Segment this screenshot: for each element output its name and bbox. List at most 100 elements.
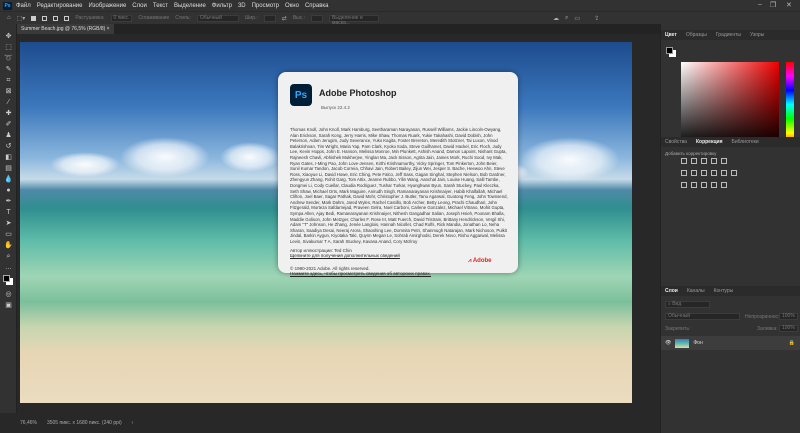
foreground-color[interactable] [666, 47, 673, 54]
tools-panel: ✥ ⬚ ➰ ✎ ⌗ ⊠ ⁄ ✚ ✐ ♟ ↺ ◧ ▤ 💧 ● ✒ T ➤ ▭ ✋ … [0, 24, 17, 413]
menu-view[interactable]: Просмотр [252, 3, 279, 9]
antialias-checkbox[interactable]: Сглаживание [138, 15, 169, 21]
document-tab[interactable]: Summer Beach.jpg @ 76,5% (RGB/8) × [17, 24, 114, 34]
menu-filter[interactable]: Фильтр [212, 3, 232, 9]
screen-mode-icon[interactable]: ▣ [4, 301, 13, 310]
color-balance-icon[interactable] [691, 170, 697, 176]
lock-icon[interactable]: 🔒 [789, 340, 795, 346]
shape-tool-icon[interactable]: ▭ [4, 230, 13, 239]
gradient-map-icon[interactable] [721, 182, 727, 188]
blur-tool-icon[interactable]: 💧 [4, 175, 13, 184]
gradient-tool-icon[interactable]: ▤ [4, 164, 13, 173]
stamp-tool-icon[interactable]: ♟ [4, 131, 13, 140]
restore-button[interactable]: ❐ [770, 1, 776, 9]
adobe-logo: ⩘ Adobe [468, 258, 492, 264]
menu-window[interactable]: Окно [285, 3, 299, 9]
width-input[interactable] [263, 14, 276, 22]
blend-mode-select[interactable]: Обычный [665, 313, 740, 320]
close-button[interactable]: ✕ [786, 1, 792, 9]
brush-tool-icon[interactable]: ✐ [4, 120, 13, 129]
workspace-icon[interactable]: ▭ [574, 15, 580, 22]
close-tab-icon[interactable]: × [107, 26, 110, 32]
height-input[interactable] [311, 14, 324, 22]
photo-filter-icon[interactable] [711, 170, 717, 176]
tab-channels[interactable]: Каналы [687, 288, 705, 294]
dodge-tool-icon[interactable]: ● [4, 186, 13, 195]
vibrance-icon[interactable] [721, 158, 727, 164]
tab-patterns[interactable]: Узоры [750, 32, 764, 38]
search-icon[interactable]: ⌕ [565, 15, 568, 22]
curves-icon[interactable] [701, 158, 707, 164]
type-tool-icon[interactable]: T [4, 208, 13, 217]
more-tools-icon[interactable]: … [4, 263, 13, 272]
style-select[interactable]: Обычный [196, 14, 239, 22]
select-mask-button[interactable]: Выделение и маска... [329, 14, 380, 25]
tab-layers[interactable]: Слои [665, 288, 678, 294]
eraser-tool-icon[interactable]: ◧ [4, 153, 13, 162]
tab-swatches[interactable]: Образцы [686, 32, 707, 38]
brightness-icon[interactable] [681, 158, 687, 164]
color-panel-tabs: Цвет Образцы Градиенты Узоры [661, 30, 800, 40]
marquee-preset-icon[interactable]: ⬚▾ [17, 15, 26, 22]
subtract-selection-icon[interactable] [53, 15, 59, 21]
marquee-tool-icon[interactable]: ⬚ [4, 43, 13, 52]
legal-link[interactable]: Нажмите здесь, чтобы просмотреть сведени… [290, 271, 431, 276]
quick-mask-icon[interactable]: ◎ [4, 290, 13, 299]
levels-icon[interactable] [691, 158, 697, 164]
minimize-button[interactable]: – [758, 1, 762, 8]
black-white-icon[interactable] [701, 170, 707, 176]
opacity-input[interactable]: 100% [779, 313, 798, 320]
selective-color-icon[interactable] [711, 182, 717, 188]
menu-edit[interactable]: Редактирование [37, 3, 83, 9]
menu-file[interactable]: Файл [16, 3, 31, 9]
eyedropper-tool-icon[interactable]: ⁄ [4, 98, 13, 107]
posterize-icon[interactable] [691, 182, 697, 188]
menu-select[interactable]: Выделение [174, 3, 206, 9]
layer-row[interactable]: 👁 Фон 🔒 [661, 336, 800, 350]
visibility-eye-icon[interactable]: 👁 [665, 340, 671, 346]
menu-type[interactable]: Текст [153, 3, 168, 9]
threshold-icon[interactable] [701, 182, 707, 188]
invert-icon[interactable] [681, 182, 687, 188]
cloud-icon[interactable]: ☁ [553, 15, 559, 22]
layer-filter-input[interactable]: ⌕ Вид [665, 301, 710, 308]
swap-icon[interactable]: ⇄ [282, 15, 287, 22]
tab-paths[interactable]: Контуры [714, 288, 734, 294]
channel-mixer-icon[interactable] [721, 170, 727, 176]
color-lookup-icon[interactable] [731, 170, 737, 176]
zoom-level[interactable]: 76,46% [20, 420, 37, 426]
exposure-icon[interactable] [711, 158, 717, 164]
feather-input[interactable]: 0 пикс. [110, 14, 133, 22]
hand-tool-icon[interactable]: ✋ [4, 241, 13, 250]
hue-slider[interactable] [786, 62, 794, 147]
menu-help[interactable]: Справка [305, 3, 329, 9]
crop-tool-icon[interactable]: ⌗ [4, 76, 13, 85]
home-icon[interactable]: ⌂ [7, 15, 11, 21]
tab-gradients[interactable]: Градиенты [716, 32, 741, 38]
menu-3d[interactable]: 3D [238, 3, 246, 9]
menu-image[interactable]: Изображение [88, 3, 126, 9]
fill-input[interactable]: 100% [779, 325, 798, 332]
hue-saturation-icon[interactable] [681, 170, 687, 176]
tab-properties[interactable]: Свойства [665, 139, 687, 145]
tab-adjustments[interactable]: Коррекция [696, 139, 723, 145]
quick-select-tool-icon[interactable]: ✎ [4, 65, 13, 74]
lasso-tool-icon[interactable]: ➰ [4, 54, 13, 63]
pen-tool-icon[interactable]: ✒ [4, 197, 13, 206]
tab-libraries[interactable]: Библиотеки [732, 139, 759, 145]
intersect-selection-icon[interactable] [64, 15, 70, 21]
frame-tool-icon[interactable]: ⊠ [4, 87, 13, 96]
zoom-tool-icon[interactable]: ⌕ [4, 252, 13, 261]
status-arrow-icon[interactable]: › [132, 420, 134, 426]
color-field[interactable] [681, 62, 779, 147]
move-tool-icon[interactable]: ✥ [4, 32, 13, 41]
share-icon[interactable]: ⇪ [594, 15, 599, 22]
history-brush-icon[interactable]: ↺ [4, 142, 13, 151]
new-selection-icon[interactable] [31, 15, 37, 21]
path-select-tool-icon[interactable]: ➤ [4, 219, 13, 228]
tab-color[interactable]: Цвет [665, 32, 677, 38]
healing-tool-icon[interactable]: ✚ [4, 109, 13, 118]
add-selection-icon[interactable] [42, 15, 48, 21]
menu-layer[interactable]: Слои [132, 3, 147, 9]
color-swatches[interactable] [0, 274, 16, 288]
